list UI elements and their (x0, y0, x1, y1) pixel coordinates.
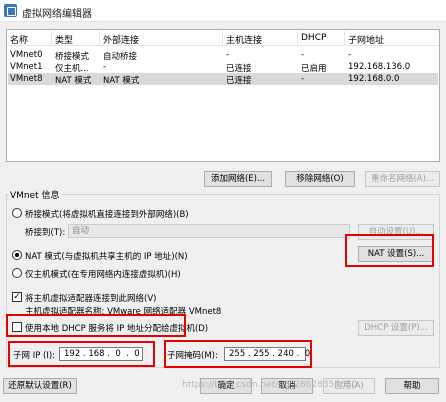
cell-host: 已连接 (226, 76, 252, 86)
list-header: 名称 类型 外部连接 主机连接 DHCP 子网地址 (7, 30, 439, 46)
nat-mode-radio[interactable] (12, 250, 22, 260)
cell-external: NAT 模式 (103, 76, 140, 86)
dhcp-settings-button[interactable]: DHCP 设置(P)... (358, 320, 434, 336)
annotation-highlight (6, 314, 186, 337)
column-header-dhcp[interactable]: DHCP (301, 33, 341, 43)
group-title: VMnet 信息 (8, 188, 62, 201)
connect-adapter-checkbox[interactable]: ✓ (12, 292, 22, 302)
cell-subnet: 192.168.136.0 (348, 62, 411, 72)
column-header-host[interactable]: 主机连接 (226, 33, 296, 46)
bridged-to-select[interactable]: 自动 (68, 224, 350, 238)
cell-subnet: 192.168.0.0 (348, 74, 400, 84)
column-header-name[interactable]: 名称 (10, 33, 46, 46)
annotation-highlight (8, 341, 155, 367)
column-header-type[interactable]: 类型 (55, 33, 95, 46)
cell-type: NAT 模式 (55, 76, 92, 86)
watermark-text: https://blog.csdn.net/qq_28628355650 (182, 380, 358, 390)
remove-network-button[interactable]: 移除网络(O) (285, 171, 355, 187)
nat-mode-label[interactable]: NAT 模式(与虚拟机共享主机的 IP 地址)(N) (25, 250, 188, 262)
cell-name: VMnet1 (10, 62, 43, 72)
host-only-mode-label[interactable]: 仅主机模式(在专用网络内连接虚拟机)(H) (25, 268, 181, 280)
cell-dhcp: - (301, 50, 305, 60)
annotation-highlight (164, 340, 312, 368)
column-header-external[interactable]: 外部连接 (103, 33, 203, 46)
bridged-to-label: 桥接到(T): (25, 228, 66, 238)
cell-dhcp: - (301, 74, 305, 84)
connect-adapter-label[interactable]: 将主机虚拟适配器连接到此网络(V) (25, 292, 156, 304)
restore-defaults-button[interactable]: 还原默认设置(R) (3, 378, 77, 394)
cell-name: VMnet0 (10, 50, 43, 60)
host-only-mode-radio[interactable] (12, 268, 22, 278)
network-editor-icon (4, 4, 17, 17)
table-row[interactable]: VMnet1 仅主机... - 已连接 已启用 192.168.136.0 (8, 61, 438, 74)
bridged-mode-label[interactable]: 桥接模式(将虚拟机直接连接到外部网络)(B) (25, 208, 189, 220)
help-button[interactable]: 帮助 (385, 378, 439, 394)
column-header-subnet[interactable]: 子网地址 (348, 33, 436, 46)
cell-name: VMnet8 (10, 74, 43, 84)
cell-host: - (226, 50, 230, 60)
network-list[interactable]: 名称 类型 外部连接 主机连接 DHCP 子网地址 VMnet0 桥接模式 自动… (6, 29, 440, 162)
table-row[interactable]: VMnet0 桥接模式 自动桥接 - - - (8, 49, 438, 62)
window-title: 虚拟网络编辑器 (22, 9, 92, 20)
annotation-highlight (345, 234, 434, 267)
bridged-mode-radio[interactable] (12, 208, 22, 218)
title-bar: 虚拟网络编辑器 (0, 0, 446, 22)
rename-network-button[interactable]: 重命名网络(A)... (365, 171, 440, 187)
add-network-button[interactable]: 添加网络(E)... (204, 171, 272, 187)
table-row-selected[interactable]: VMnet8 NAT 模式 NAT 模式 已连接 - 192.168.0.0 (8, 73, 438, 86)
cell-subnet: - (348, 50, 352, 60)
cell-external: - (103, 62, 107, 72)
